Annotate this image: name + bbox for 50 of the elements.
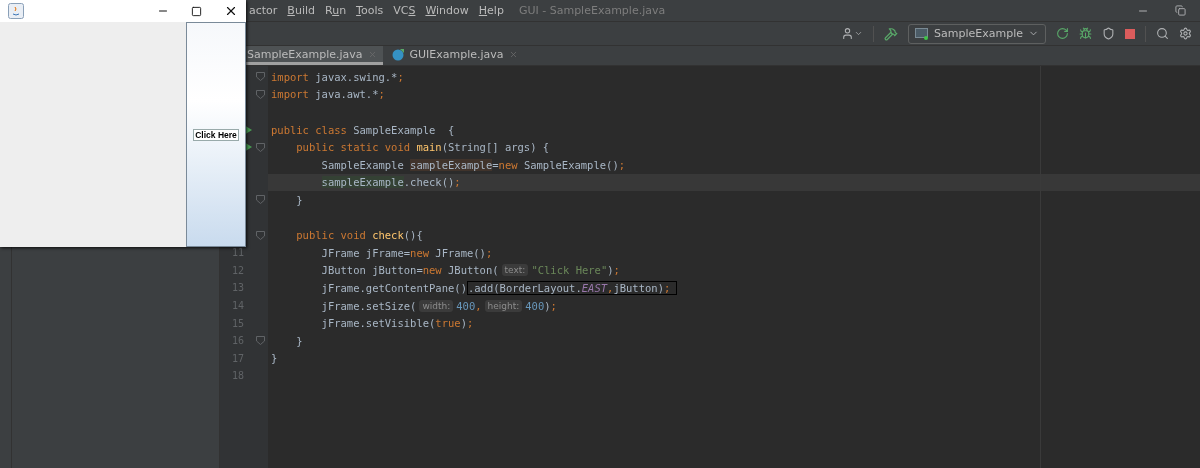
search-icon[interactable]	[1156, 27, 1169, 40]
code-line: }	[296, 193, 303, 206]
parameter-hint: width:	[419, 299, 454, 312]
menu-item[interactable]: actor	[244, 4, 283, 17]
menu-item[interactable]: VCS	[388, 4, 421, 17]
tab-label: GUIExample.java	[409, 47, 504, 61]
hammer-icon[interactable]	[884, 26, 899, 41]
file-tab[interactable]: GUIExample.java	[388, 46, 524, 65]
shield-icon[interactable]	[1102, 27, 1115, 40]
code-line: jFrame.setSize( width: 400, height: 400);	[321, 299, 557, 312]
menu-item[interactable]: Build	[282, 4, 320, 17]
code-line: public class SampleExample {	[271, 123, 455, 136]
fold-icon[interactable]	[256, 230, 265, 240]
click-here-button[interactable]: Click Here	[186, 22, 246, 247]
code-line: public void check(){	[296, 229, 423, 242]
close-icon[interactable]	[224, 4, 238, 18]
code-line: import java.awt.*;	[271, 88, 385, 101]
tab-label: SampleExample.java	[247, 47, 363, 61]
fold-icon[interactable]	[256, 336, 265, 346]
code-line: import javax.swing.*;	[271, 70, 404, 83]
window-title: GUI - SampleExample.java	[518, 4, 666, 17]
menu-item[interactable]: Window	[420, 4, 474, 17]
parameter-hint: height:	[484, 299, 523, 312]
code-line: public static void main(String[] args) {	[296, 141, 550, 154]
code-line: JButton jButton=new JButton( text: "Click Here");	[321, 264, 620, 277]
code-line: JFrame jFrame=new JFrame();	[321, 246, 493, 259]
code-line: }	[296, 334, 303, 347]
fold-icon[interactable]	[256, 72, 265, 82]
restore-icon[interactable]	[1175, 4, 1186, 17]
code-line: jFrame.getContentPane().add(BorderLayout.EAST,jButton);	[321, 280, 678, 295]
fold-icon[interactable]	[256, 195, 265, 205]
code-line: sampleExample.check();	[321, 176, 461, 189]
bug-icon[interactable]	[1079, 27, 1092, 40]
code-line: }	[271, 352, 278, 365]
java-icon	[8, 3, 24, 19]
menu-item[interactable]: Run	[320, 4, 352, 17]
run-config-dropdown[interactable]: SampleExample	[908, 23, 1046, 44]
file-tab[interactable]: SampleExample.java	[244, 46, 383, 65]
stop-icon[interactable]	[1125, 28, 1135, 39]
fold-icon[interactable]	[256, 89, 265, 99]
menu-item[interactable]: Tools	[351, 4, 389, 17]
code-line: jFrame.setVisible(true);	[321, 317, 474, 330]
menu-item[interactable]: Help	[473, 4, 509, 17]
window-icon	[915, 27, 930, 40]
settings-icon[interactable]	[1179, 27, 1192, 40]
parameter-hint: text:	[501, 264, 529, 277]
code-line: SampleExample sampleExample=new SampleExample();	[321, 158, 626, 171]
maximize-icon[interactable]	[191, 5, 202, 17]
rerun-icon[interactable]	[1056, 27, 1069, 40]
user-icon[interactable]	[841, 27, 864, 40]
